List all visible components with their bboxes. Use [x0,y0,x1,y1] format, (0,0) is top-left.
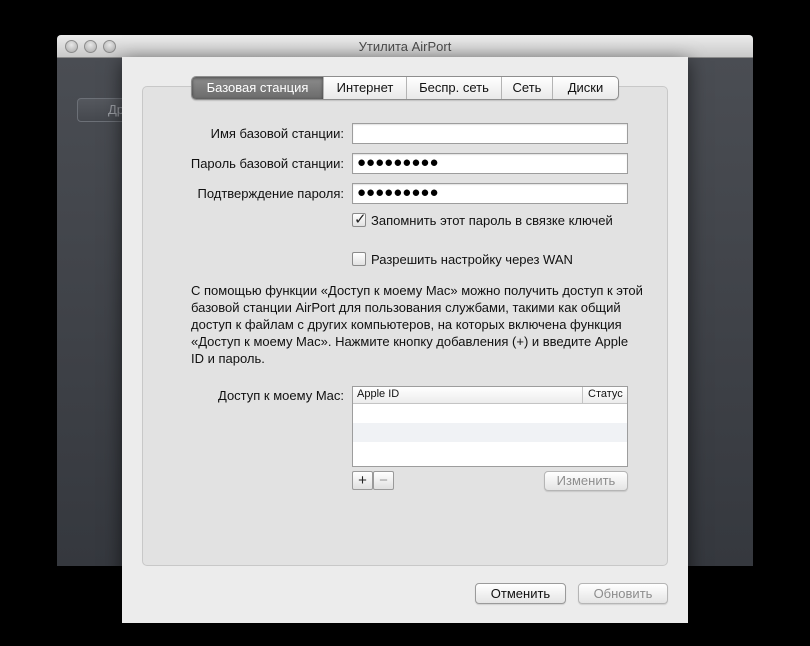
tab-disks[interactable]: Диски [552,77,618,99]
confirm-password-label: Подтверждение пароля: [197,186,344,201]
column-header-apple-id[interactable]: Apple ID [357,388,399,400]
tab-bar: Базовая станция Интернет Беспр. сеть Сет… [191,76,619,100]
title-bar: Утилита AirPort [57,35,753,58]
table-row[interactable] [353,423,627,442]
tab-base-station[interactable]: Базовая станция [192,77,323,99]
base-station-password-field[interactable]: ●●●●●●●●● [352,153,628,174]
allow-wan-checkbox[interactable] [352,252,366,266]
base-station-name-label: Имя базовой станции: [210,126,344,141]
back-to-my-mac-table[interactable]: Apple ID Статус [352,386,628,467]
back-to-my-mac-description: С помощью функции «Доступ к моему Mac» м… [191,283,643,366]
add-account-button[interactable]: + [352,471,373,490]
settings-sheet: Базовая станция Интернет Беспр. сеть Сет… [122,57,688,623]
cancel-button[interactable]: Отменить [475,583,566,604]
remember-password-checkbox[interactable]: ✓ [352,211,367,228]
column-header-status[interactable]: Статус [582,387,623,403]
confirm-password-field[interactable]: ●●●●●●●●● [352,183,628,204]
remember-password-label: Запомнить этот пароль в связке ключей [371,212,613,228]
tab-wireless[interactable]: Беспр. сеть [406,77,501,99]
table-row[interactable] [353,442,627,461]
update-button[interactable]: Обновить [578,583,668,604]
tab-network[interactable]: Сеть [501,77,552,99]
table-row[interactable] [353,404,627,423]
table-header: Apple ID Статус [353,387,627,404]
allow-wan-label: Разрешить настройку через WAN [371,251,573,267]
base-station-name-field[interactable] [352,123,628,144]
allow-wan-row[interactable]: Разрешить настройку через WAN [352,250,573,268]
edit-account-button[interactable]: Изменить [544,471,628,491]
base-station-password-label: Пароль базовой станции: [190,156,344,171]
checkmark-icon: ✓ [354,211,367,228]
back-to-my-mac-label: Доступ к моему Mac: [218,388,344,403]
remove-account-button[interactable]: − [373,471,394,490]
window-title: Утилита AirPort [358,39,452,54]
remember-password-row[interactable]: ✓ Запомнить этот пароль в связке ключей [352,211,613,229]
screen: Утилита AirPort Др Базовая станция Интер… [0,0,810,646]
tab-internet[interactable]: Интернет [323,77,406,99]
